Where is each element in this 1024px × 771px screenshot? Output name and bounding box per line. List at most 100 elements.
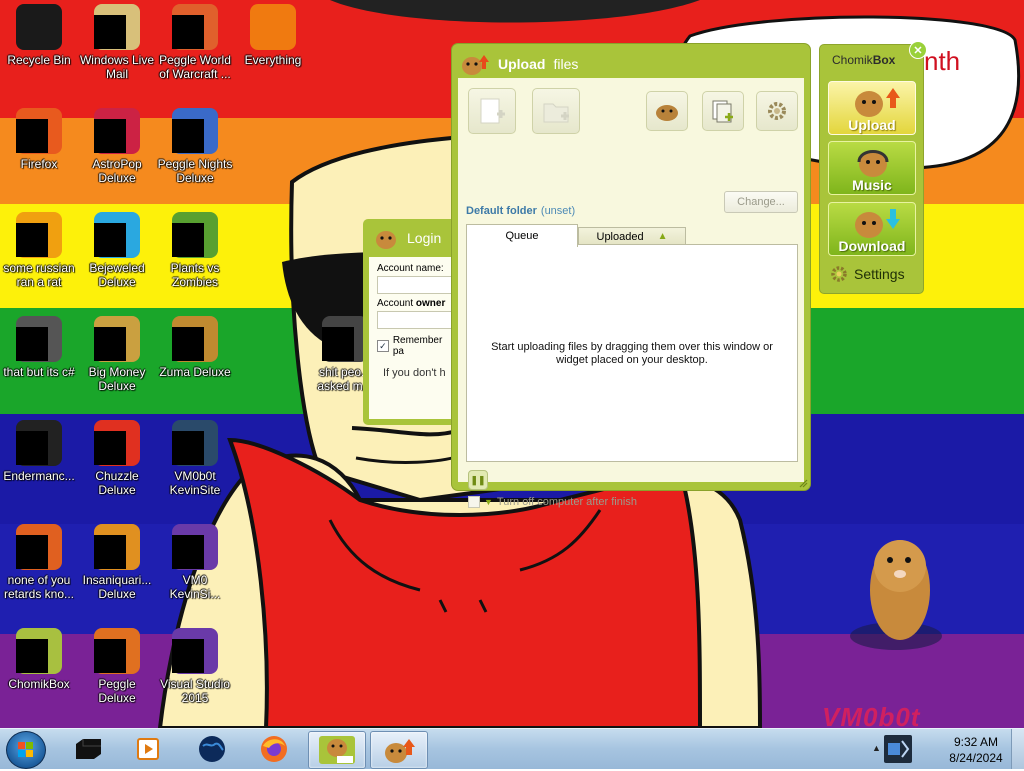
- tray-expand-icon[interactable]: ▲: [872, 743, 881, 753]
- login-hint-text: If you don't h: [383, 367, 446, 379]
- desktop-icon[interactable]: Peggle Deluxe: [78, 628, 156, 705]
- redaction-box: [16, 223, 48, 257]
- desktop-icon[interactable]: Peggle World of Warcraft ...: [156, 4, 234, 81]
- widget-music-button[interactable]: Music: [828, 141, 916, 195]
- account-owner-label: Account owner: [377, 298, 446, 309]
- desktop-icon[interactable]: Chuzzle Deluxe: [78, 420, 156, 497]
- remember-password-row[interactable]: ✓ Remember pa: [377, 335, 455, 357]
- upload-files-window[interactable]: Upload files Default folder (unset) Chang…: [452, 44, 810, 508]
- widget-music-label: Music: [852, 177, 892, 193]
- desktop-icon[interactable]: that but its c#: [0, 316, 78, 379]
- widget-upload-button[interactable]: Upload: [828, 81, 916, 135]
- firefox-icon: [16, 108, 62, 154]
- desktop-icon[interactable]: ChomikBox: [0, 628, 78, 691]
- desktop-icon[interactable]: Bejeweled Deluxe: [78, 212, 156, 289]
- taskbar-globe-app[interactable]: [184, 731, 240, 767]
- account-owner-input[interactable]: [377, 311, 455, 329]
- vm-tools-tray-icon[interactable]: [884, 735, 912, 763]
- desktop-icon-label: Bejeweled Deluxe: [89, 261, 145, 289]
- add-files-button[interactable]: [468, 88, 516, 134]
- widget-upload-label: Upload: [848, 117, 896, 133]
- desktop-icon-label: Big Money Deluxe: [88, 365, 146, 393]
- triangle-down-icon: ▼: [484, 497, 493, 507]
- chomikbox-widget-title: ChomikBox: [832, 53, 896, 67]
- desktop-icon[interactable]: Everything: [234, 4, 312, 67]
- chomikbox-icon: [319, 736, 355, 764]
- tab-uploaded[interactable]: Uploaded ▲: [578, 227, 686, 245]
- desktop-icon[interactable]: VM0b0t KevinSite: [156, 420, 234, 497]
- desktop-icon[interactable]: Zuma Deluxe: [156, 316, 234, 379]
- add-folder-button[interactable]: [532, 88, 580, 134]
- change-folder-button[interactable]: Change...: [724, 191, 798, 213]
- redaction-box: [94, 639, 126, 673]
- desktop-icon[interactable]: Peggle Nights Deluxe: [156, 108, 234, 185]
- login-window[interactable]: Login Account name: Account owner ✓ Reme…: [363, 219, 463, 425]
- taskbar-chomikbox-upload[interactable]: [370, 731, 428, 769]
- desktop-icon[interactable]: none of you retards kno...: [0, 524, 78, 601]
- start-button[interactable]: [6, 731, 46, 769]
- zuma-icon: [172, 316, 218, 362]
- chomikbox-widget[interactable]: ChomikBox ✕ Upload Music Download Settin…: [819, 41, 927, 294]
- desktop-icon[interactable]: VM0 KevinSi...: [156, 524, 234, 601]
- upload-settings-button[interactable]: [756, 91, 798, 131]
- widget-settings-button[interactable]: Settings: [830, 265, 905, 283]
- desktop-icon-label: ChomikBox: [8, 677, 70, 691]
- show-desktop-button[interactable]: [1011, 729, 1024, 769]
- desktop-icon[interactable]: Plants vs Zombies: [156, 212, 234, 289]
- desktop-icon[interactable]: Big Money Deluxe: [78, 316, 156, 393]
- redaction-box: [94, 431, 126, 465]
- clock[interactable]: 9:32 AM 8/24/2024: [932, 734, 1020, 766]
- upload-queue-list[interactable]: Start uploading files by dragging them o…: [466, 244, 798, 462]
- taskbar-chomikbox[interactable]: [308, 731, 366, 769]
- desktop-icon-label: Peggle Deluxe: [98, 677, 136, 705]
- desktop-icon-label: Firefox: [20, 157, 58, 171]
- upload-window-titlebar[interactable]: Upload files: [460, 50, 578, 78]
- desktop-icon-label: Insaniquari... Deluxe: [82, 573, 152, 601]
- tab-queue[interactable]: Queue: [466, 224, 578, 247]
- turn-off-after-finish-row[interactable]: ▼ Turn off computer after finish: [468, 496, 637, 508]
- redaction-box: [94, 119, 126, 153]
- system-tray: ▲ 9:32 AM 8/24/2024: [866, 729, 1024, 769]
- account-name-input[interactable]: [377, 276, 455, 294]
- widget-download-button[interactable]: Download: [828, 202, 916, 256]
- login-window-title: Login: [407, 230, 442, 246]
- resize-grip-icon[interactable]: [798, 478, 808, 488]
- redaction-box: [172, 15, 204, 49]
- chomikbox-upload-icon: [385, 739, 415, 763]
- chuzzle-icon: [94, 420, 140, 466]
- upload-window-title-rest: files: [553, 56, 579, 72]
- wallpaper-vm-text: VM0b0t: [822, 702, 921, 728]
- desktop-icon-label: Recycle Bin: [7, 53, 71, 67]
- desktop-icon[interactable]: Insaniquari... Deluxe: [78, 524, 156, 601]
- speech-bubble-text: nth: [924, 46, 960, 76]
- hamster-icon: [656, 105, 678, 121]
- chomik-upload-icon: [462, 55, 489, 75]
- desktop-icon[interactable]: Windows Live Mail: [78, 4, 156, 81]
- desktop-icon[interactable]: AstroPop Deluxe: [78, 108, 156, 185]
- pause-button[interactable]: ❚❚: [468, 470, 488, 490]
- close-icon[interactable]: ✕: [909, 41, 927, 59]
- desktop-icon[interactable]: Recycle Bin: [0, 4, 78, 67]
- plants-vs-zombies-icon: [172, 212, 218, 258]
- turn-off-checkbox[interactable]: [468, 496, 480, 508]
- default-folder-label: Default folder: [466, 205, 537, 217]
- desktop-icon[interactable]: Firefox: [0, 108, 78, 171]
- upload-queue-button[interactable]: [702, 91, 744, 131]
- peggle-app-icon: [16, 524, 62, 570]
- hamster-headphones-icon: [857, 150, 889, 177]
- redaction-box: [16, 535, 48, 569]
- terminal-icon: [16, 420, 62, 466]
- desktop-icon[interactable]: Visual Studio 2015: [156, 628, 234, 705]
- remember-checkbox[interactable]: ✓: [377, 340, 389, 352]
- taskbar-media-player[interactable]: [120, 731, 176, 767]
- taskbar-firefox[interactable]: [246, 731, 302, 767]
- desktop-icon[interactable]: Endermanc...: [0, 420, 78, 483]
- redaction-box: [94, 15, 126, 49]
- taskbar-terminal[interactable]: [60, 731, 116, 767]
- desktop-icon[interactable]: some russian ran a rat: [0, 212, 78, 289]
- login-window-titlebar[interactable]: Login: [373, 225, 441, 251]
- add-folder-icon: [543, 103, 569, 123]
- chomik-account-button[interactable]: [646, 91, 688, 131]
- big-money-icon: [94, 316, 140, 362]
- redaction-box: [16, 431, 48, 465]
